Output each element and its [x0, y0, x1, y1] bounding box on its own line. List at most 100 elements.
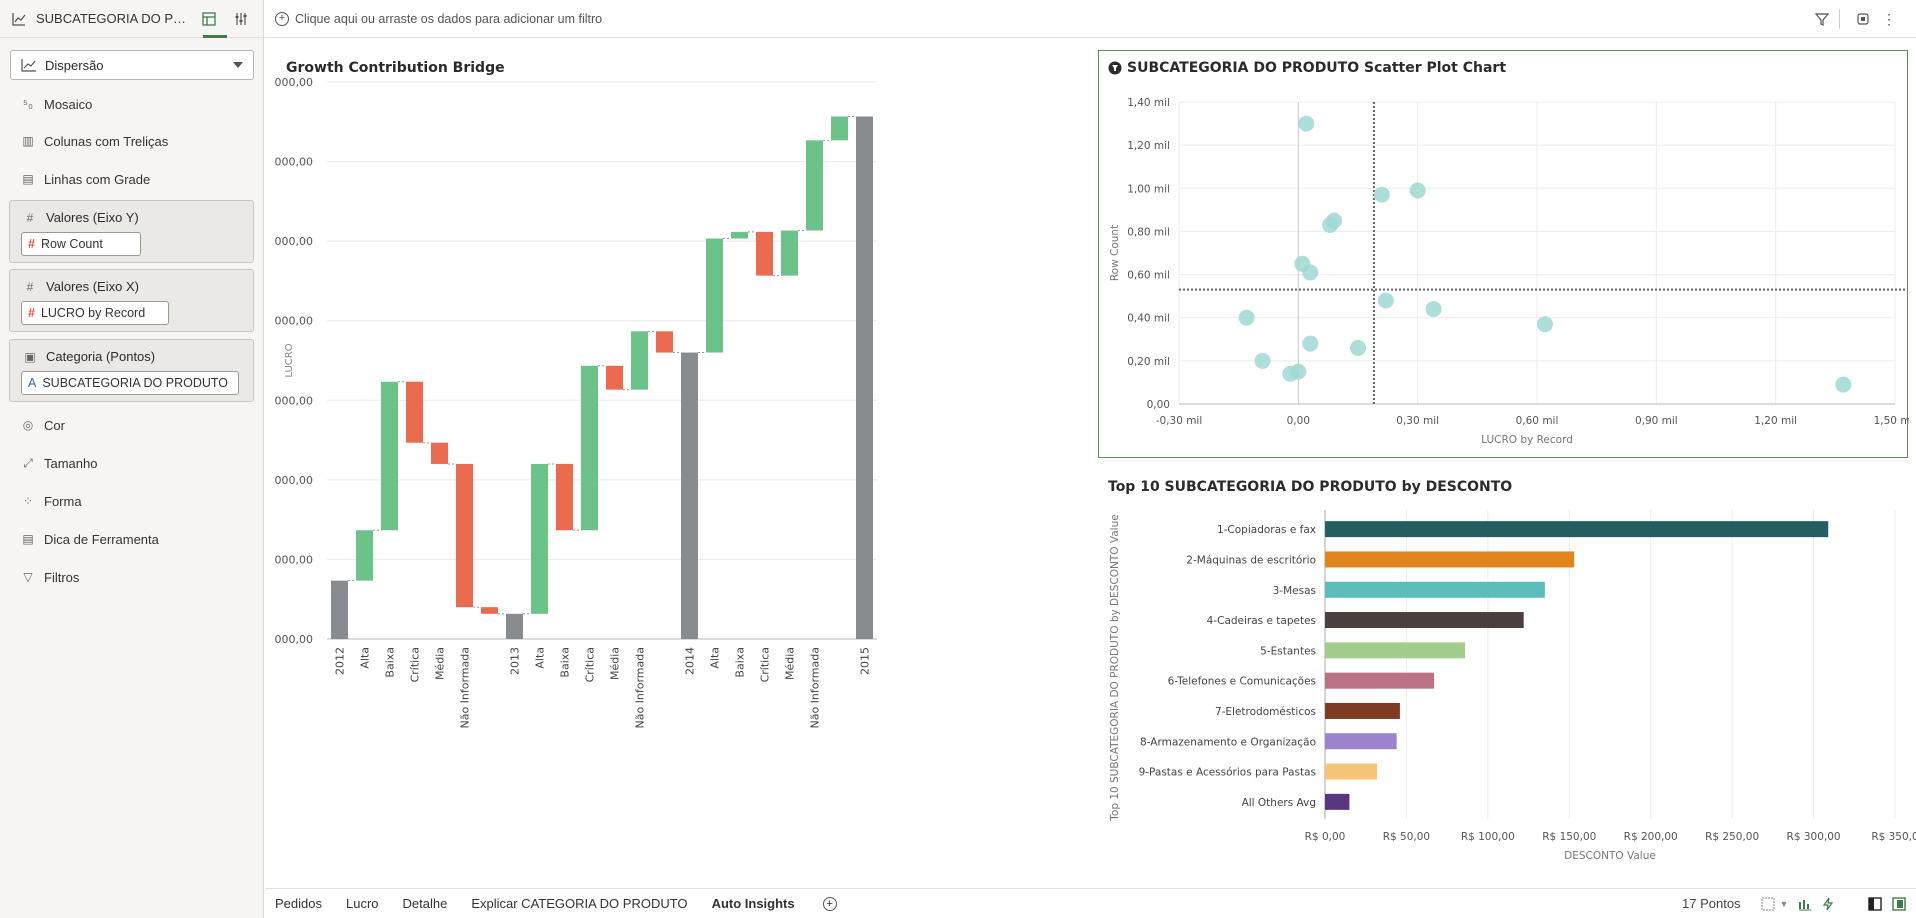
waterfall-bar[interactable]: [431, 442, 448, 464]
scatter-point[interactable]: [1373, 186, 1390, 203]
bar[interactable]: [1325, 763, 1378, 780]
tab-explicar-categoria[interactable]: Explicar CATEGORIA DO PRODUTO: [471, 896, 687, 911]
layout-right-icon[interactable]: [1890, 895, 1908, 913]
scatter-point[interactable]: [1350, 339, 1366, 356]
x-tick-label: -0,30 mil: [1156, 415, 1203, 427]
scatter-point[interactable]: [1298, 115, 1315, 132]
chevron-down-icon: [233, 62, 243, 68]
waterfall-bar[interactable]: [356, 530, 373, 581]
insights-icon[interactable]: [1796, 895, 1814, 913]
scatter-chart-panel[interactable]: SUBCATEGORIA DO PRODUTO Scatter Plot Cha…: [1098, 50, 1909, 459]
filter-placeholder: Clique aqui ou arraste os dados para adi…: [295, 11, 603, 26]
tab-detalhe[interactable]: Detalhe: [403, 896, 448, 911]
bar[interactable]: [1325, 612, 1524, 629]
lightning-icon[interactable]: [1819, 895, 1837, 913]
category-dropzone[interactable]: ▣ Categoria (Pontos) A SUBCATEGORIA DO P…: [9, 339, 254, 402]
menu-item-tooltip[interactable]: ▤ Dica de Ferramenta: [20, 528, 159, 550]
bar[interactable]: [1325, 793, 1350, 810]
waterfall-bar[interactable]: [581, 365, 598, 531]
layout-left-icon[interactable]: [1866, 895, 1884, 913]
viz-title[interactable]: SUBCATEGORIA DO PROD...: [36, 11, 194, 26]
scatter-point[interactable]: [1326, 212, 1343, 229]
waterfall-bar[interactable]: [831, 116, 848, 141]
add-filter-area[interactable]: + Clique aqui ou arraste os dados para a…: [275, 11, 603, 26]
menu-item-trellis-columns[interactable]: ▥ Colunas com Treliças: [20, 130, 168, 152]
bridge-chart-title: Growth Contribution Bridge: [286, 60, 505, 76]
scatter-point[interactable]: [1254, 352, 1271, 369]
menu-item-filters[interactable]: ▽ Filtros: [20, 566, 79, 588]
trellis-columns-icon: ▥: [22, 134, 34, 148]
waterfall-bar[interactable]: [406, 381, 423, 443]
chip-icon[interactable]: [1853, 9, 1873, 29]
x-tick-label: 0,60 mil: [1516, 415, 1559, 427]
waterfall-bar[interactable]: [481, 607, 498, 614]
waterfall-bar[interactable]: [606, 365, 623, 390]
waterfall-bar[interactable]: [456, 463, 473, 608]
waterfall-bar[interactable]: [506, 613, 523, 639]
bar[interactable]: [1325, 702, 1400, 719]
scatter-chart-svg[interactable]: 0,00 0,20 mil 0,40 mil 0,60 mil 0,80 mil 1,00…: [1099, 51, 1909, 459]
bridge-chart-svg[interactable]: R$ 240.000,00 R$ 270.000,00 R$ 300.000,00 R…: [232, 50, 1075, 880]
menu-item-shape[interactable]: ⁘ Forma: [20, 490, 82, 512]
waterfall-bar[interactable]: [806, 140, 823, 231]
waterfall-bar[interactable]: [756, 231, 773, 276]
menu-item-grid-rows[interactable]: ▤ Linhas com Grade: [20, 168, 150, 190]
scatter-point[interactable]: [1377, 292, 1394, 309]
values-y-dropzone[interactable]: # Valores (Eixo Y) # Row Count: [9, 200, 254, 263]
bar[interactable]: [1325, 551, 1575, 568]
grid-rows-icon: ▤: [22, 172, 34, 186]
properties-tab-icon[interactable]: [198, 8, 220, 30]
chart-line-icon: [8, 8, 30, 30]
tab-pedidos[interactable]: Pedidos: [275, 896, 322, 911]
bar[interactable]: [1325, 672, 1435, 689]
values-x-dropzone[interactable]: # Valores (Eixo X) # LUCRO by Record: [9, 269, 254, 332]
toolbar-divider: [1839, 9, 1840, 29]
scatter-point[interactable]: [1536, 316, 1553, 333]
waterfall-bar[interactable]: [381, 381, 398, 531]
scatter-point[interactable]: [1302, 264, 1319, 281]
waterfall-bar[interactable]: [681, 352, 698, 639]
menu-item-mosaico[interactable]: ⁵₀ Mosaico: [20, 93, 92, 115]
active-tab-indicator: [203, 35, 227, 38]
filter-settings-icon[interactable]: [1812, 9, 1832, 29]
bar[interactable]: [1325, 733, 1397, 750]
bar[interactable]: [1325, 521, 1829, 538]
tab-lucro[interactable]: Lucro: [346, 896, 379, 911]
menu-item-size[interactable]: ⤢ Tamanho: [20, 452, 97, 474]
y-tick-label: 1,00 mil: [1127, 183, 1170, 195]
menu-item-color[interactable]: ◎ Cor: [20, 414, 65, 436]
row-count-pill[interactable]: # Row Count: [21, 232, 141, 256]
bar[interactable]: [1325, 642, 1466, 659]
x-tick-label: Não Informada: [809, 647, 822, 729]
lucro-pill[interactable]: # LUCRO by Record: [21, 301, 169, 325]
bar-chart-svg[interactable]: R$ 0,00 R$ 50,00 R$ 100,00 R$ 150,00 R$ 200,…: [1098, 470, 1916, 880]
waterfall-bar[interactable]: [731, 231, 748, 239]
subcategoria-pill[interactable]: A SUBCATEGORIA DO PRODUTO: [21, 371, 239, 395]
tab-auto-insights[interactable]: Auto Insights: [712, 896, 795, 911]
scatter-point[interactable]: [1238, 309, 1255, 326]
waterfall-bar[interactable]: [781, 230, 798, 276]
bar[interactable]: [1325, 581, 1545, 598]
dropzone-label: Valores (Eixo Y): [46, 210, 139, 225]
waterfall-bar[interactable]: [856, 116, 873, 639]
scatter-point[interactable]: [1290, 363, 1307, 380]
sliders-icon[interactable]: [230, 8, 252, 30]
waterfall-bar[interactable]: [706, 238, 723, 353]
x-tick-label: Baixa: [734, 647, 747, 678]
waterfall-bar[interactable]: [531, 463, 548, 614]
x-tick-label: R$ 250,00: [1705, 831, 1759, 843]
waterfall-bar[interactable]: [631, 331, 648, 390]
chevron-down-icon[interactable]: ▼: [1775, 895, 1793, 913]
viz-type-dropdown[interactable]: Dispersão: [10, 50, 254, 80]
waterfall-bar[interactable]: [556, 463, 573, 531]
attribute-icon: ▣: [24, 349, 36, 364]
scatter-point[interactable]: [1302, 335, 1319, 352]
add-canvas-icon[interactable]: +: [822, 896, 837, 911]
more-options-icon[interactable]: ⋮: [1879, 9, 1899, 29]
waterfall-bar[interactable]: [331, 580, 348, 639]
scatter-point[interactable]: [1409, 182, 1426, 199]
waterfall-bar[interactable]: [656, 331, 673, 353]
y-tick-label: 0,80 mil: [1127, 226, 1170, 238]
scatter-point[interactable]: [1835, 376, 1852, 393]
scatter-point[interactable]: [1425, 301, 1442, 318]
